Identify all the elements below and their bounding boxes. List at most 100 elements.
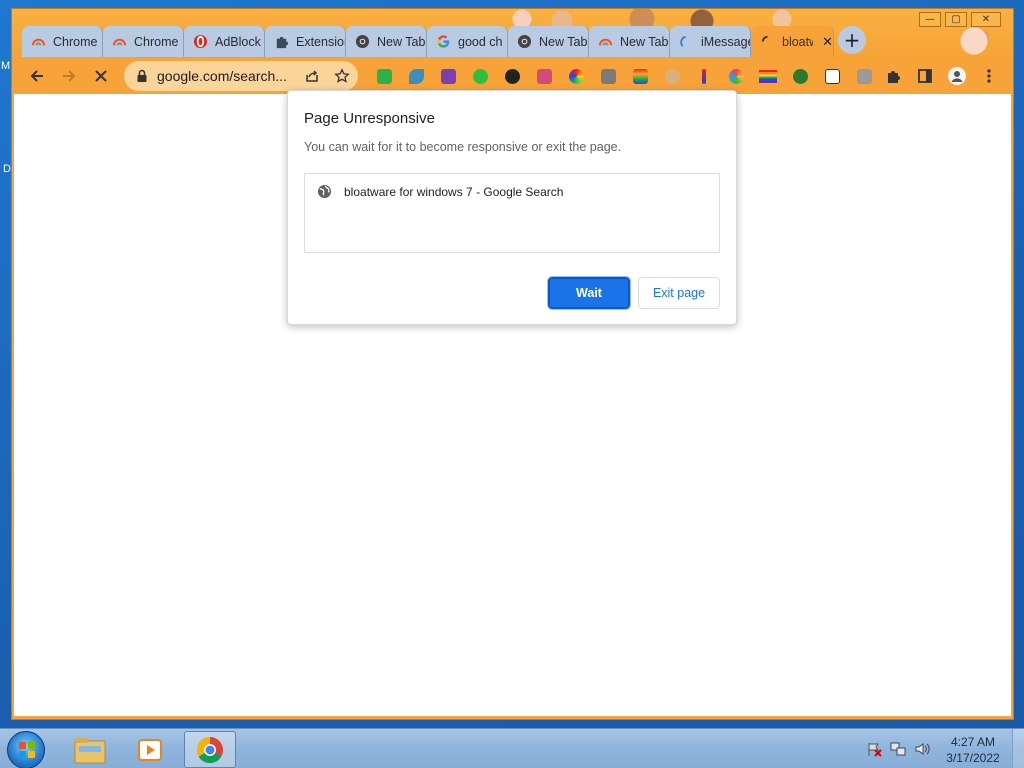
- browser-titlebar[interactable]: — ▢ ✕ Chrome Chrome AdBlock Extensions: [12, 9, 1013, 59]
- adblock-icon: [193, 34, 208, 49]
- show-desktop-button[interactable]: [1012, 729, 1024, 768]
- extension-rainbow-flag-icon[interactable]: [752, 67, 784, 85]
- taskbar-media-player-button[interactable]: [124, 731, 176, 768]
- forward-button[interactable]: [56, 63, 82, 89]
- tab-label: New Tab: [539, 34, 588, 49]
- puzzle-icon: [274, 34, 289, 49]
- tab-label: New Tab: [620, 34, 669, 49]
- chrome-icon: [517, 34, 532, 49]
- action-center-flag-icon[interactable]: [866, 741, 882, 757]
- lock-icon: [137, 69, 147, 82]
- tab-good-ch[interactable]: good ch: [427, 26, 508, 57]
- tab-imessage[interactable]: iMessage: [670, 26, 751, 57]
- extension-pride-icon[interactable]: [624, 67, 656, 85]
- extension-invader-icon[interactable]: [432, 67, 464, 85]
- tab-new-tab-3[interactable]: New Tab: [589, 26, 670, 57]
- close-window-button[interactable]: ✕: [971, 12, 1001, 27]
- back-button[interactable]: [24, 63, 50, 89]
- imessage-icon: [679, 34, 694, 49]
- rainbow-icon: [598, 34, 613, 49]
- menu-button[interactable]: [979, 66, 999, 86]
- tab-chrome-2[interactable]: Chrome: [103, 26, 184, 57]
- side-panel-icon: [918, 69, 932, 83]
- system-tray: [866, 741, 930, 757]
- tab-bloatware[interactable]: bloatware ✕: [751, 26, 834, 57]
- tab-label: Chrome: [134, 34, 179, 49]
- tab-label: iMessage: [701, 34, 750, 49]
- address-bar[interactable]: google.com/search...: [124, 61, 358, 91]
- extension-bird-icon[interactable]: [400, 67, 432, 85]
- taskbar-explorer-button[interactable]: [64, 731, 116, 768]
- extension-flame-icon[interactable]: [656, 67, 688, 85]
- extension-chat-icon[interactable]: [464, 67, 496, 85]
- google-icon: [436, 34, 451, 49]
- tab-chrome-1[interactable]: Chrome: [22, 26, 103, 57]
- exit-page-button[interactable]: Exit page: [638, 277, 720, 309]
- minimize-button[interactable]: —: [919, 12, 941, 27]
- chrome-icon: [196, 736, 223, 763]
- tab-label: good ch: [458, 34, 503, 49]
- extension-o-icon[interactable]: [592, 67, 624, 85]
- puzzle-icon: [888, 71, 900, 83]
- desktop-icon-label: M: [1, 60, 11, 72]
- arrow-right-icon: [63, 70, 76, 82]
- media-player-icon: [138, 738, 162, 761]
- stop-loading-button[interactable]: [88, 63, 114, 89]
- profile-button[interactable]: [947, 66, 967, 86]
- tab-new-tab-2[interactable]: New Tab: [508, 26, 589, 57]
- desktop-icon-label: D: [3, 163, 11, 175]
- tab-new-tab-1[interactable]: New Tab: [346, 26, 427, 57]
- dialog-description: You can wait for it to become responsive…: [304, 140, 622, 154]
- tab-label: Chrome: [53, 34, 98, 49]
- tab-label: AdBlock: [215, 34, 261, 49]
- extension-nyan-icon[interactable]: [528, 67, 560, 85]
- maximize-icon: ▢: [951, 14, 961, 25]
- start-button[interactable]: [7, 731, 45, 768]
- side-panel-button[interactable]: [915, 66, 935, 86]
- clock-time: 4:27 AM: [950, 735, 996, 749]
- unresponsive-pages-list: bloatware for windows 7 - Google Search: [304, 173, 720, 253]
- tab-strip: Chrome Chrome AdBlock Extensions New Tab…: [22, 25, 834, 59]
- volume-icon[interactable]: [914, 741, 930, 757]
- extension-plus-icon[interactable]: [816, 67, 848, 85]
- plus-icon: +: [843, 28, 861, 52]
- tab-label: bloatware: [782, 34, 813, 49]
- tab-close-icon[interactable]: ✕: [822, 34, 833, 50]
- tab-label: Extensions: [296, 34, 345, 49]
- address-bar-text: google.com/search...: [157, 68, 287, 84]
- star-icon[interactable]: [334, 68, 350, 84]
- new-tab-button[interactable]: +: [838, 26, 866, 54]
- extension-cat-icon[interactable]: [848, 67, 880, 85]
- taskbar-clock[interactable]: 4:27 AM 3/17/2022: [940, 734, 1006, 766]
- unresponsive-page-title: bloatware for windows 7 - Google Search: [344, 184, 564, 199]
- page-unresponsive-dialog: Page Unresponsive You can wait for it to…: [287, 90, 737, 325]
- extension-meet-icon[interactable]: [368, 67, 400, 85]
- kebab-menu-icon: [987, 69, 991, 83]
- network-icon[interactable]: [890, 741, 906, 757]
- loading-icon: [760, 34, 775, 49]
- tab-label: New Tab: [377, 34, 426, 49]
- extension-download-icon[interactable]: [784, 67, 816, 85]
- rainbow-icon: [31, 34, 46, 49]
- list-item: bloatware for windows 7 - Google Search: [317, 184, 563, 199]
- extension-pencil-icon[interactable]: [688, 67, 720, 85]
- avatar-icon: [948, 67, 966, 85]
- tab-adblock[interactable]: AdBlock: [184, 26, 265, 57]
- taskbar: 4:27 AM 3/17/2022: [0, 728, 1024, 768]
- minimize-icon: —: [925, 14, 935, 25]
- taskbar-chrome-button[interactable]: [184, 731, 236, 768]
- extension-globe-icon[interactable]: [496, 67, 528, 85]
- share-icon[interactable]: [304, 68, 320, 84]
- theme-artwork-corner: [952, 27, 1002, 57]
- dialog-title: Page Unresponsive: [304, 110, 435, 127]
- extensions-puzzle-button[interactable]: [883, 66, 903, 86]
- folder-icon: [74, 737, 106, 763]
- tab-extensions[interactable]: Extensions: [265, 26, 346, 57]
- wait-button[interactable]: Wait: [547, 276, 631, 310]
- windows-logo-icon: [19, 742, 35, 758]
- extension-color-wheel-icon[interactable]: [560, 67, 592, 85]
- close-icon: ✕: [981, 14, 991, 25]
- clock-date: 3/17/2022: [946, 751, 1000, 765]
- maximize-button[interactable]: ▢: [945, 12, 967, 27]
- extension-rainbow-icon[interactable]: [720, 67, 752, 85]
